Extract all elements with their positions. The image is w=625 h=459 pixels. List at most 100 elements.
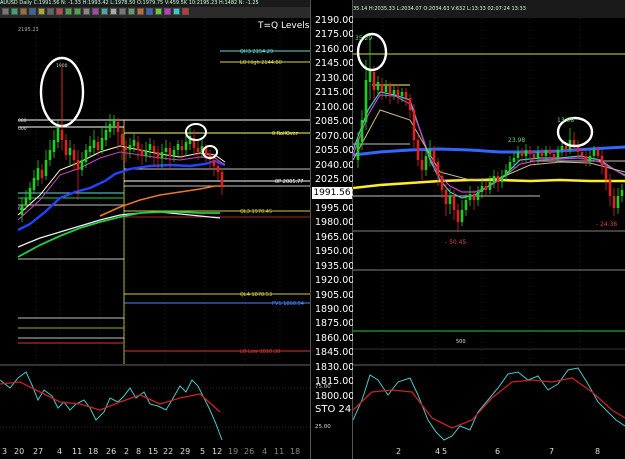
left-chart-panel[interactable]: AUUSD Daily C:1991.56 N: -1.33 H:1993.42… bbox=[0, 0, 310, 459]
candle-body bbox=[416, 140, 420, 160]
candle-body bbox=[432, 150, 436, 162]
left-chart-titlebar: AUUSD Daily C:1991.56 N: -1.33 H:1993.42… bbox=[0, 0, 310, 7]
cursor-tool-icon[interactable] bbox=[2, 8, 9, 15]
candle-body bbox=[492, 176, 496, 182]
pv1-label: PV1 1868.94 bbox=[272, 301, 304, 307]
right-annotation-label-5: - 24.36 bbox=[596, 221, 617, 228]
ray-tool-icon[interactable] bbox=[20, 8, 27, 15]
rectangle-tool-icon[interactable] bbox=[173, 8, 180, 15]
line-tool-icon[interactable] bbox=[11, 8, 18, 15]
candle-body bbox=[120, 134, 124, 145]
x-label: 26 bbox=[106, 447, 117, 456]
left-chart-title: AUUSD Daily C:1991.56 N: -1.33 H:1993.42… bbox=[0, 0, 259, 6]
annotation-ellipse-mid bbox=[185, 123, 207, 141]
candle-body bbox=[396, 90, 400, 96]
candle-body bbox=[380, 84, 384, 92]
gann-tool-icon[interactable] bbox=[146, 8, 153, 15]
candle-body bbox=[128, 145, 132, 150]
candle-body bbox=[24, 198, 28, 205]
candle-body bbox=[376, 82, 380, 90]
candle-body bbox=[180, 146, 184, 150]
candle-body bbox=[132, 140, 136, 146]
lo-high-label: LO High 2144.80 bbox=[240, 60, 282, 66]
ellipse-tool-icon[interactable] bbox=[164, 8, 171, 15]
template-icon[interactable] bbox=[101, 8, 108, 15]
right-annotation-label-3: 13.98 bbox=[557, 117, 574, 124]
zoom-in-icon[interactable] bbox=[65, 8, 72, 15]
price-tick: 1845.00 bbox=[315, 347, 355, 359]
candle-body bbox=[480, 186, 484, 192]
indicator-icon[interactable] bbox=[92, 8, 99, 15]
osc-tick-75: 75.00 bbox=[315, 384, 331, 390]
candle-body bbox=[448, 196, 452, 204]
price-tick: 2130.00 bbox=[315, 72, 355, 84]
x-label: 2 bbox=[396, 447, 402, 456]
channel-tool-icon[interactable] bbox=[29, 8, 36, 15]
right-oscillator[interactable] bbox=[353, 364, 625, 446]
right-chart-panel[interactable]: 35.14 H:2035.33 L:2034.07 O:2034.63 V:63… bbox=[353, 0, 625, 459]
qh3-label: QH3 2154.29 bbox=[240, 49, 273, 55]
x-label: 11 bbox=[274, 447, 285, 456]
cycle-tool-icon[interactable] bbox=[137, 8, 144, 15]
candle-body bbox=[520, 152, 524, 156]
candle-body bbox=[484, 186, 488, 190]
candle-body bbox=[88, 146, 92, 152]
left-price-chart[interactable]: 2195.23 T=Q Levels New 080 000 60 QH3 21… bbox=[0, 18, 310, 364]
right-price-chart[interactable]: 35.29 23.98 13.98 - 50.45 - 24.36 500 bbox=[353, 18, 625, 364]
print-icon[interactable] bbox=[119, 8, 126, 15]
fib-tool-icon[interactable] bbox=[38, 8, 45, 15]
crosshair-icon[interactable] bbox=[83, 8, 90, 15]
price-tick: 1965.00 bbox=[315, 231, 355, 243]
x-label: 19 bbox=[228, 447, 239, 456]
candle-body bbox=[544, 150, 548, 156]
current-price-value: 1991.56 bbox=[313, 188, 351, 198]
price-tick: 1995.00 bbox=[315, 202, 355, 214]
candle-body bbox=[560, 146, 564, 150]
candle-body bbox=[164, 148, 168, 152]
candle-body bbox=[220, 172, 224, 186]
price-tick: 1860.00 bbox=[315, 332, 355, 344]
candle-body bbox=[464, 200, 468, 210]
price-tick: 1875.00 bbox=[315, 318, 355, 330]
delete-tool-icon[interactable] bbox=[182, 8, 189, 15]
candle-body bbox=[48, 150, 52, 160]
price-tick: 1920.00 bbox=[315, 275, 355, 287]
candle-body bbox=[368, 70, 372, 82]
candle-body bbox=[444, 190, 448, 204]
candle-body bbox=[112, 120, 116, 126]
arrow-tool-icon[interactable] bbox=[56, 8, 63, 15]
annotation-small-label: 1900 bbox=[56, 63, 68, 69]
candle-body bbox=[392, 90, 396, 94]
candle-body bbox=[584, 156, 588, 160]
right-chart-title: 35.14 H:2035.33 L:2034.07 O:2034.63 V:63… bbox=[353, 6, 526, 12]
candle-body bbox=[536, 152, 540, 158]
candle-body bbox=[468, 194, 472, 200]
green-ma-line bbox=[17, 211, 220, 258]
candle-body bbox=[496, 176, 500, 182]
right-blue-ma bbox=[353, 145, 625, 157]
candle-body bbox=[400, 92, 404, 96]
price-tick: 1980.00 bbox=[315, 217, 355, 229]
candle-body bbox=[60, 130, 64, 140]
ql4-label: QL4 1878.53 bbox=[240, 292, 272, 298]
left-oscillator[interactable] bbox=[0, 364, 310, 446]
pitchfork-tool-icon[interactable] bbox=[155, 8, 162, 15]
current-price-badge: 1991.56 bbox=[312, 187, 352, 199]
grid-icon[interactable] bbox=[110, 8, 117, 15]
settings-icon[interactable] bbox=[128, 8, 135, 15]
candle-body bbox=[108, 124, 112, 132]
zoom-out-icon[interactable] bbox=[74, 8, 81, 15]
text-tool-icon[interactable] bbox=[47, 8, 54, 15]
x-label: 29 bbox=[180, 447, 191, 456]
price-axis[interactable]: 2190.00 2175.00 2160.00 2145.00 2130.00 2115.… bbox=[310, 0, 355, 459]
candle-body bbox=[512, 158, 516, 162]
price-tick: 1800.00 bbox=[315, 390, 355, 402]
candle-body bbox=[32, 178, 36, 190]
candle-body bbox=[424, 156, 428, 170]
right-chart-titlebar: 35.14 H:2035.33 L:2034.07 O:2034.63 V:63… bbox=[353, 0, 625, 18]
x-label: 8 bbox=[595, 447, 601, 456]
x-label: 8 bbox=[136, 447, 142, 456]
candle-body bbox=[152, 146, 156, 152]
price-tick: 1830.00 bbox=[315, 361, 355, 373]
candle-body bbox=[80, 160, 84, 170]
